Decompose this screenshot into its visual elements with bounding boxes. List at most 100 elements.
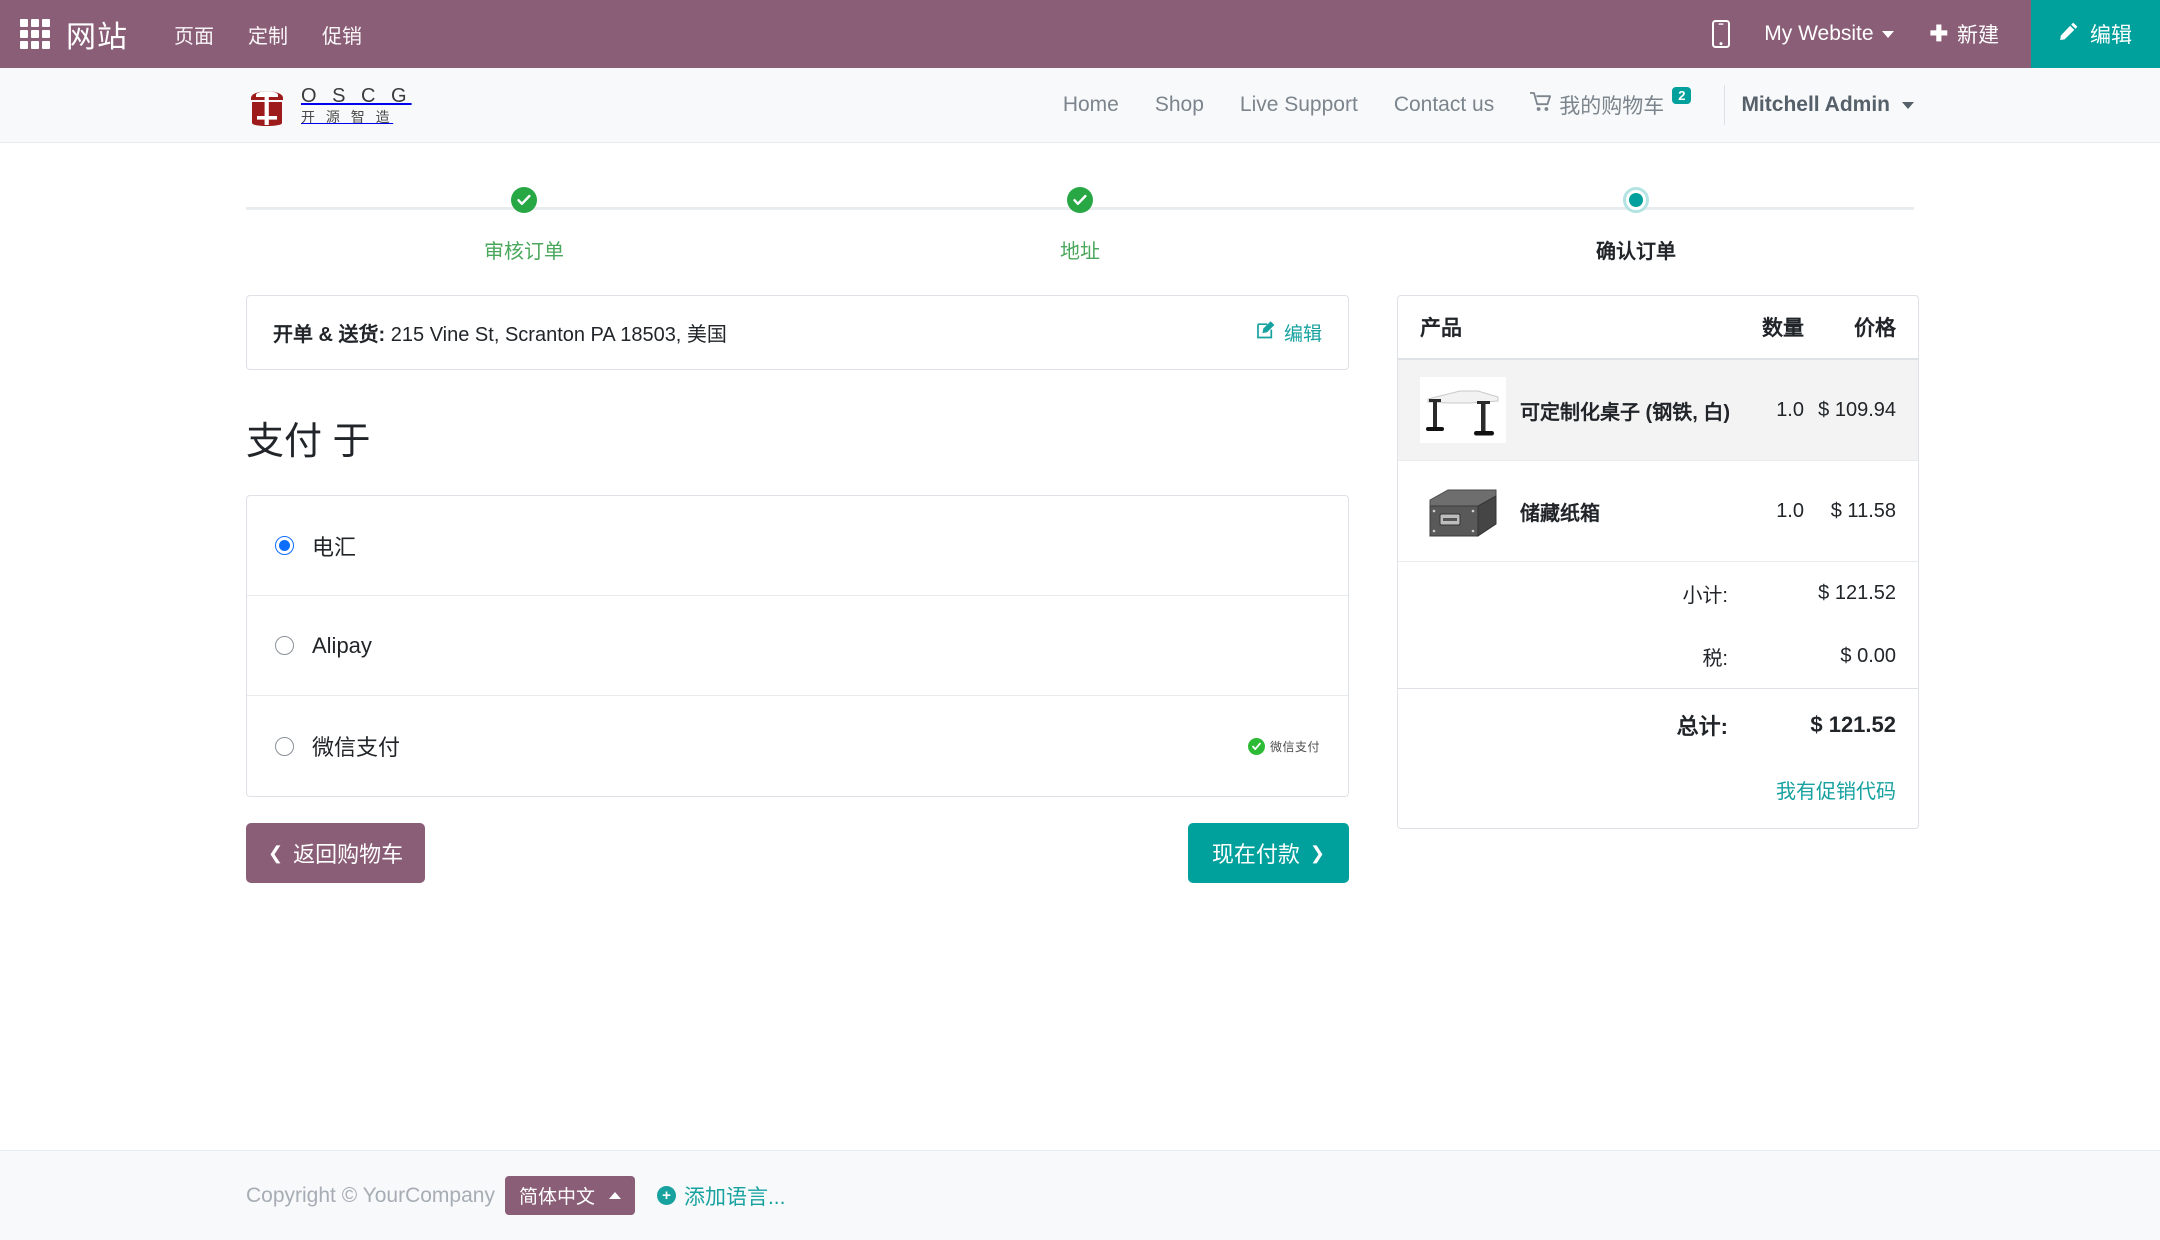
pay-now-label: 现在付款	[1211, 842, 1300, 867]
new-button[interactable]: ✚ 新建	[1930, 19, 1999, 49]
cart-badge: 2	[1672, 86, 1692, 104]
check-circle-icon	[510, 187, 537, 213]
wechat-pay-logo: 微信支付	[1247, 737, 1320, 755]
chevron-right-icon: ❯	[1309, 843, 1325, 863]
subtotal-row: 小计: $ 121.52	[1398, 562, 1918, 625]
product-name: 可定制化桌子 (钢铁, 白)	[1520, 401, 1730, 424]
checkout-wizard: 审核订单 地址 确认订单	[246, 187, 1914, 285]
wizard-step-confirm-order[interactable]: 确认订单	[1358, 187, 1914, 264]
wizard-step-label: 审核订单	[483, 241, 564, 263]
edit-pencil-icon	[1257, 320, 1276, 345]
site-nav: Home Shop Live Support Contact us 我的购物车 …	[1045, 85, 1742, 125]
pay-now-button[interactable]: 现在付款 ❯	[1187, 823, 1349, 883]
website-selector-label: My Website	[1764, 22, 1874, 45]
logo-text-en: O S C G	[301, 84, 412, 107]
logo-text-cn: 开 源 智 造	[301, 108, 394, 125]
product-cell: 储藏纸箱	[1420, 475, 1730, 547]
plus-icon: ✚	[1929, 21, 1948, 46]
column-header-qty: 数量	[1762, 317, 1804, 340]
edit-address-link[interactable]: 编辑	[1257, 319, 1322, 346]
nav-item-contact-us[interactable]: Contact us	[1376, 93, 1512, 117]
language-selector-label: 简体中文	[518, 1187, 595, 1208]
wechat-check-icon	[1247, 737, 1265, 755]
check-circle-icon	[1066, 187, 1093, 213]
address-value: 215 Vine St, Scranton PA 18503, 美国	[390, 324, 727, 346]
product-price: $ 109.94	[1818, 398, 1896, 421]
payment-option-label: 电汇	[312, 534, 357, 560]
wizard-step-review-order[interactable]: 审核订单	[246, 187, 802, 264]
tax-row: 税: $ 0.00	[1398, 625, 1918, 688]
website-selector[interactable]: My Website	[1764, 22, 1894, 46]
odoo-bar-right: My Website ✚ 新建 编辑	[1712, 0, 2160, 68]
order-line-row: 可定制化桌子 (钢铁, 白) 1.0 $ 109.94	[1398, 360, 1918, 461]
edit-address-label: 编辑	[1283, 324, 1322, 345]
checkout-left-column: 开单 & 送货: 215 Vine St, Scranton PA 18503,…	[246, 295, 1349, 883]
add-language-label: 添加语言...	[683, 1185, 786, 1209]
tax-value: $ 0.00	[1840, 645, 1896, 667]
payment-option-wechat-pay[interactable]: 微信支付 微信支付	[247, 696, 1348, 796]
product-qty: 1.0	[1776, 398, 1804, 421]
promo-row: 我有促销代码	[1398, 761, 1918, 828]
address-text: 开单 & 送货: 215 Vine St, Scranton PA 18503,…	[273, 318, 727, 347]
odoo-menu-item-customize[interactable]: 定制	[248, 20, 288, 49]
column-header-product: 产品	[1420, 317, 1462, 340]
odoo-menu-item-pages[interactable]: 页面	[174, 20, 214, 49]
tax-label: 税:	[1702, 648, 1728, 670]
site-footer: Copyright © YourCompany 简体中文 + 添加语言...	[0, 1150, 2160, 1240]
subtotal-value: $ 121.52	[1818, 582, 1896, 604]
app-name[interactable]: 网站	[66, 12, 128, 56]
checkout-page: 审核订单 地址 确认订单 开单 & 送货: 215 Vine St, Scran…	[0, 187, 2160, 883]
user-menu[interactable]: Mitchell Admin	[1741, 93, 2160, 117]
checkout-actions: ❮ 返回购物车 现在付款 ❯	[246, 823, 1349, 883]
nav-divider	[1724, 85, 1726, 125]
chevron-down-icon	[1881, 30, 1894, 38]
apps-grid-icon[interactable]	[20, 19, 50, 49]
language-selector[interactable]: 简体中文	[504, 1176, 635, 1215]
chevron-down-icon	[1902, 101, 1914, 109]
order-line-row: 储藏纸箱 1.0 $ 11.58	[1398, 461, 1918, 562]
total-row: 总计: $ 121.52	[1398, 688, 1918, 761]
payment-methods-list: 电汇 Alipay 微信支付 微信支付	[246, 495, 1349, 797]
mobile-preview-icon[interactable]	[1712, 20, 1731, 48]
payment-option-alipay[interactable]: Alipay	[247, 596, 1348, 696]
wizard-step-label: 地址	[1059, 241, 1100, 263]
back-to-cart-label: 返回购物车	[293, 842, 404, 867]
order-summary-header: 产品 数量 价格	[1398, 296, 1918, 360]
product-name: 储藏纸箱	[1520, 502, 1600, 525]
radio-wire-transfer[interactable]	[275, 536, 294, 555]
wizard-step-address[interactable]: 地址	[802, 187, 1358, 264]
user-menu-label: Mitchell Admin	[1741, 93, 1890, 116]
plus-circle-icon: +	[656, 1186, 676, 1205]
billing-shipping-card: 开单 & 送货: 215 Vine St, Scranton PA 18503,…	[246, 295, 1349, 370]
odoo-menu-item-promote[interactable]: 促销	[322, 20, 362, 49]
site-logo[interactable]: O S C G 开 源 智 造	[246, 83, 412, 128]
site-header: O S C G 开 源 智 造 Home Shop Live Support C…	[0, 68, 2160, 143]
wechat-pay-logo-label: 微信支付	[1269, 739, 1320, 754]
odoo-top-bar: 网站 页面 定制 促销 My Website ✚ 新建 编辑	[0, 0, 2160, 68]
add-language-link[interactable]: + 添加语言...	[656, 1181, 786, 1211]
cart-label: 我的购物车	[1559, 95, 1665, 118]
column-header-price: 价格	[1854, 317, 1896, 340]
edit-button[interactable]: 编辑	[2031, 0, 2160, 68]
storage-box-image	[1420, 475, 1506, 547]
order-summary-column: 产品 数量 价格 可定制化桌子 (钢铁, 白) 1.0 $ 109.94 储藏纸…	[1397, 295, 1919, 829]
radio-wechat-pay[interactable]	[275, 736, 294, 756]
back-to-cart-button[interactable]: ❮ 返回购物车	[246, 823, 426, 883]
nav-item-home[interactable]: Home	[1045, 93, 1137, 117]
nav-item-shop[interactable]: Shop	[1137, 93, 1222, 117]
current-step-dot-icon	[1622, 187, 1649, 213]
payment-option-wire-transfer[interactable]: 电汇	[247, 496, 1348, 596]
copyright-text: Copyright © YourCompany	[246, 1183, 495, 1207]
subtotal-label: 小计:	[1682, 585, 1728, 607]
nav-item-my-cart[interactable]: 我的购物车 2	[1512, 86, 1708, 120]
odoo-menu: 页面 定制 促销	[174, 20, 362, 49]
edit-button-label: 编辑	[2090, 24, 2132, 47]
nav-item-live-support[interactable]: Live Support	[1222, 93, 1376, 117]
radio-alipay[interactable]	[275, 636, 294, 655]
product-price: $ 11.58	[1830, 499, 1896, 522]
logo-text: O S C G 开 源 智 造	[301, 84, 412, 127]
order-summary-card: 产品 数量 价格 可定制化桌子 (钢铁, 白) 1.0 $ 109.94 储藏纸…	[1397, 295, 1919, 829]
promo-code-link[interactable]: 我有促销代码	[1776, 781, 1896, 803]
total-value: $ 121.52	[1810, 712, 1896, 737]
chevron-up-icon	[608, 1192, 621, 1199]
